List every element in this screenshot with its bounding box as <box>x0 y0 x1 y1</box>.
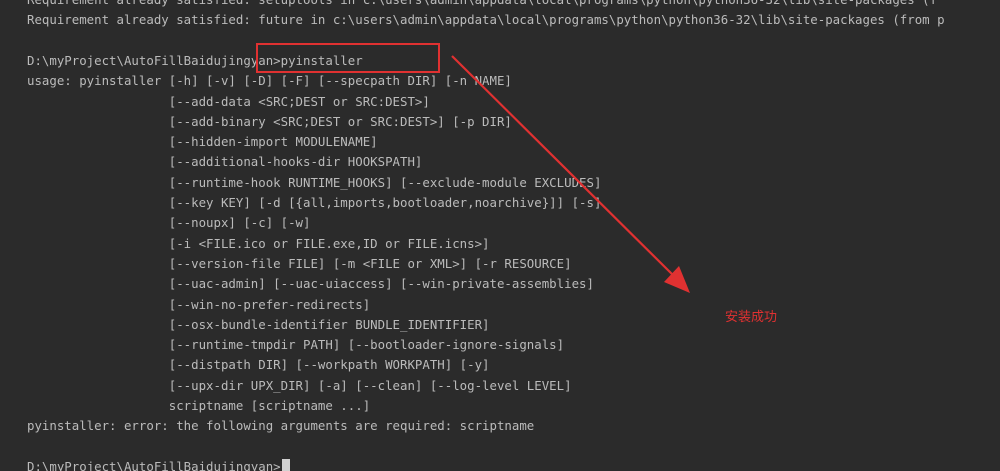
annotation-label: 安装成功 <box>725 310 778 325</box>
annotation-arrow <box>451 55 690 293</box>
